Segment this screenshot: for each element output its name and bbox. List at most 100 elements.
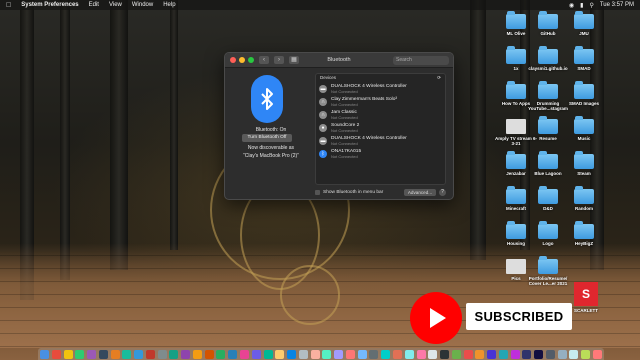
dock-app-icon[interactable]	[192, 349, 202, 359]
show-all-grid-icon[interactable]: ▦	[289, 56, 299, 64]
window-titlebar[interactable]: ‹ › ▦ Bluetooth Search	[225, 53, 453, 68]
menu-clock[interactable]: Tue 3:57 PM	[600, 2, 634, 8]
wallpaper-ornament	[280, 265, 340, 325]
show-in-menubar-checkbox[interactable]	[315, 190, 320, 195]
folder-icon	[538, 186, 558, 204]
wifi-icon[interactable]: ◉	[569, 2, 574, 9]
dock-app-icon[interactable]	[545, 349, 555, 359]
dock-app-icon[interactable]	[569, 349, 579, 359]
dock-app-icon[interactable]	[98, 349, 108, 359]
dock-app-icon[interactable]	[275, 349, 285, 359]
dock-app-icon[interactable]	[534, 349, 544, 359]
dock-app-icon[interactable]	[263, 349, 273, 359]
scarlett-app-icon[interactable]: S	[574, 282, 598, 306]
show-in-menubar-label[interactable]: Show Bluetooth in menu bar	[323, 190, 383, 195]
device-row[interactable]: ▬ DUALSHOCK 4 Wireless Controller Not Conn…	[316, 82, 445, 95]
dock-app-icon[interactable]	[63, 349, 73, 359]
desktop-folder[interactable]: JMU	[562, 11, 606, 36]
dock-app-icon[interactable]	[145, 349, 155, 359]
dock-app-icon[interactable]	[322, 349, 332, 359]
folder-icon	[574, 116, 594, 134]
help-button[interactable]: ?	[439, 189, 446, 196]
folder-icon	[574, 46, 594, 64]
device-row[interactable]: ● SoundCore 2 Not Connected	[316, 121, 445, 134]
back-button[interactable]: ‹	[259, 56, 269, 64]
dock-app-icon[interactable]	[40, 349, 49, 359]
dock-app-icon[interactable]	[310, 349, 320, 359]
desktop-folder[interactable]: SMAD	[562, 46, 606, 71]
dock-app-icon[interactable]	[428, 349, 438, 359]
dock-app-icon[interactable]	[157, 349, 167, 359]
image-thumbnail-icon	[506, 259, 526, 274]
dock-app-icon[interactable]	[522, 349, 532, 359]
dock-app-icon[interactable]	[557, 349, 567, 359]
dock-app-icon[interactable]	[345, 349, 355, 359]
desktop-folder[interactable]: Music	[562, 116, 606, 141]
device-status: Not Connected	[331, 88, 358, 94]
dock-app-icon[interactable]	[463, 349, 473, 359]
folder-icon	[574, 11, 594, 29]
device-row[interactable]: ᛒ ONA17KA015 Not Connected	[316, 147, 445, 160]
device-rows: ▬ DUALSHOCK 4 Wireless Controller Not Conn…	[316, 82, 445, 160]
dock-app-icon[interactable]	[298, 349, 308, 359]
dock-app-icon[interactable]	[122, 349, 132, 359]
device-row[interactable]: ∩ Jam Classic Not Connected	[316, 108, 445, 121]
dock-app-icon[interactable]	[240, 349, 250, 359]
dock-app-icon[interactable]	[416, 349, 426, 359]
dock-app-icon[interactable]	[251, 349, 261, 359]
apple-icon[interactable]: 	[6, 2, 11, 9]
menu-app-name[interactable]: System Preferences	[21, 2, 78, 8]
dock-app-icon[interactable]	[381, 349, 391, 359]
dock-app-icon[interactable]	[475, 349, 485, 359]
desktop-folder[interactable]: Steam	[562, 151, 606, 176]
dock-app-icon[interactable]	[216, 349, 226, 359]
menu-help[interactable]: Help	[163, 2, 175, 8]
dock-app-icon[interactable]	[592, 349, 602, 359]
dock-app-icon[interactable]	[204, 349, 214, 359]
dock-app-icon[interactable]	[357, 349, 367, 359]
dock-app-icon[interactable]	[451, 349, 461, 359]
desktop-folder[interactable]: Portfolio/Resume/ Cover Le...er 2021	[526, 256, 570, 286]
forward-button[interactable]: ›	[274, 56, 284, 64]
dock-app-icon[interactable]	[487, 349, 497, 359]
dock-app-icon[interactable]	[510, 349, 520, 359]
dock-app-icon[interactable]	[181, 349, 191, 359]
dock-app-icon[interactable]	[392, 349, 402, 359]
desktop-folder-label: Portfolio/Resume/ Cover Le...er 2021	[528, 276, 568, 286]
close-window-button[interactable]	[230, 57, 236, 63]
dock-app-icon[interactable]	[51, 349, 61, 359]
menu-edit[interactable]: Edit	[89, 2, 99, 8]
device-row[interactable]: ∩ Clay Zimmerman's Beats Solo³ Not Connect…	[316, 95, 445, 108]
dock-app-icon[interactable]	[404, 349, 414, 359]
menu-view[interactable]: View	[109, 2, 122, 8]
advanced-button[interactable]: Advanced...	[404, 189, 436, 196]
dock-app-icon[interactable]	[87, 349, 97, 359]
dock-app-icon[interactable]	[581, 349, 591, 359]
menu-window[interactable]: Window	[132, 2, 153, 8]
loading-spinner-icon: ⟳	[437, 75, 441, 80]
fullscreen-window-button[interactable]	[248, 57, 254, 63]
dock-app-icon[interactable]	[498, 349, 508, 359]
dock-app-icon[interactable]	[228, 349, 238, 359]
battery-icon[interactable]: ▮	[580, 2, 583, 9]
wallpaper-tree	[60, 0, 70, 280]
dock-app-icon[interactable]	[169, 349, 179, 359]
device-status: Not Connected	[331, 140, 358, 146]
dock-app-icon[interactable]	[287, 349, 297, 359]
search-input[interactable]: Search	[393, 55, 449, 65]
subscribed-button[interactable]: SUBSCRIBED	[466, 303, 572, 330]
dock-app-icon[interactable]	[110, 349, 120, 359]
desktop-folder[interactable]: HeyBigZ	[562, 221, 606, 246]
minimize-window-button[interactable]	[239, 57, 245, 63]
desktop-folder[interactable]: SMAD Images	[562, 81, 606, 106]
dock-app-icon[interactable]	[134, 349, 144, 359]
dock-app-icon[interactable]	[440, 349, 450, 359]
turn-bluetooth-off-button[interactable]: Turn Bluetooth Off	[242, 134, 292, 142]
folder-icon	[538, 256, 558, 274]
device-row[interactable]: ▬ DUALSHOCK 4 Wireless Controller Not Conn…	[316, 134, 445, 147]
dock-app-icon[interactable]	[369, 349, 379, 359]
dock-app-icon[interactable]	[75, 349, 85, 359]
dock-app-icon[interactable]	[334, 349, 344, 359]
spotlight-icon[interactable]: ⚲	[589, 2, 593, 9]
desktop-folder[interactable]: Random	[562, 186, 606, 211]
